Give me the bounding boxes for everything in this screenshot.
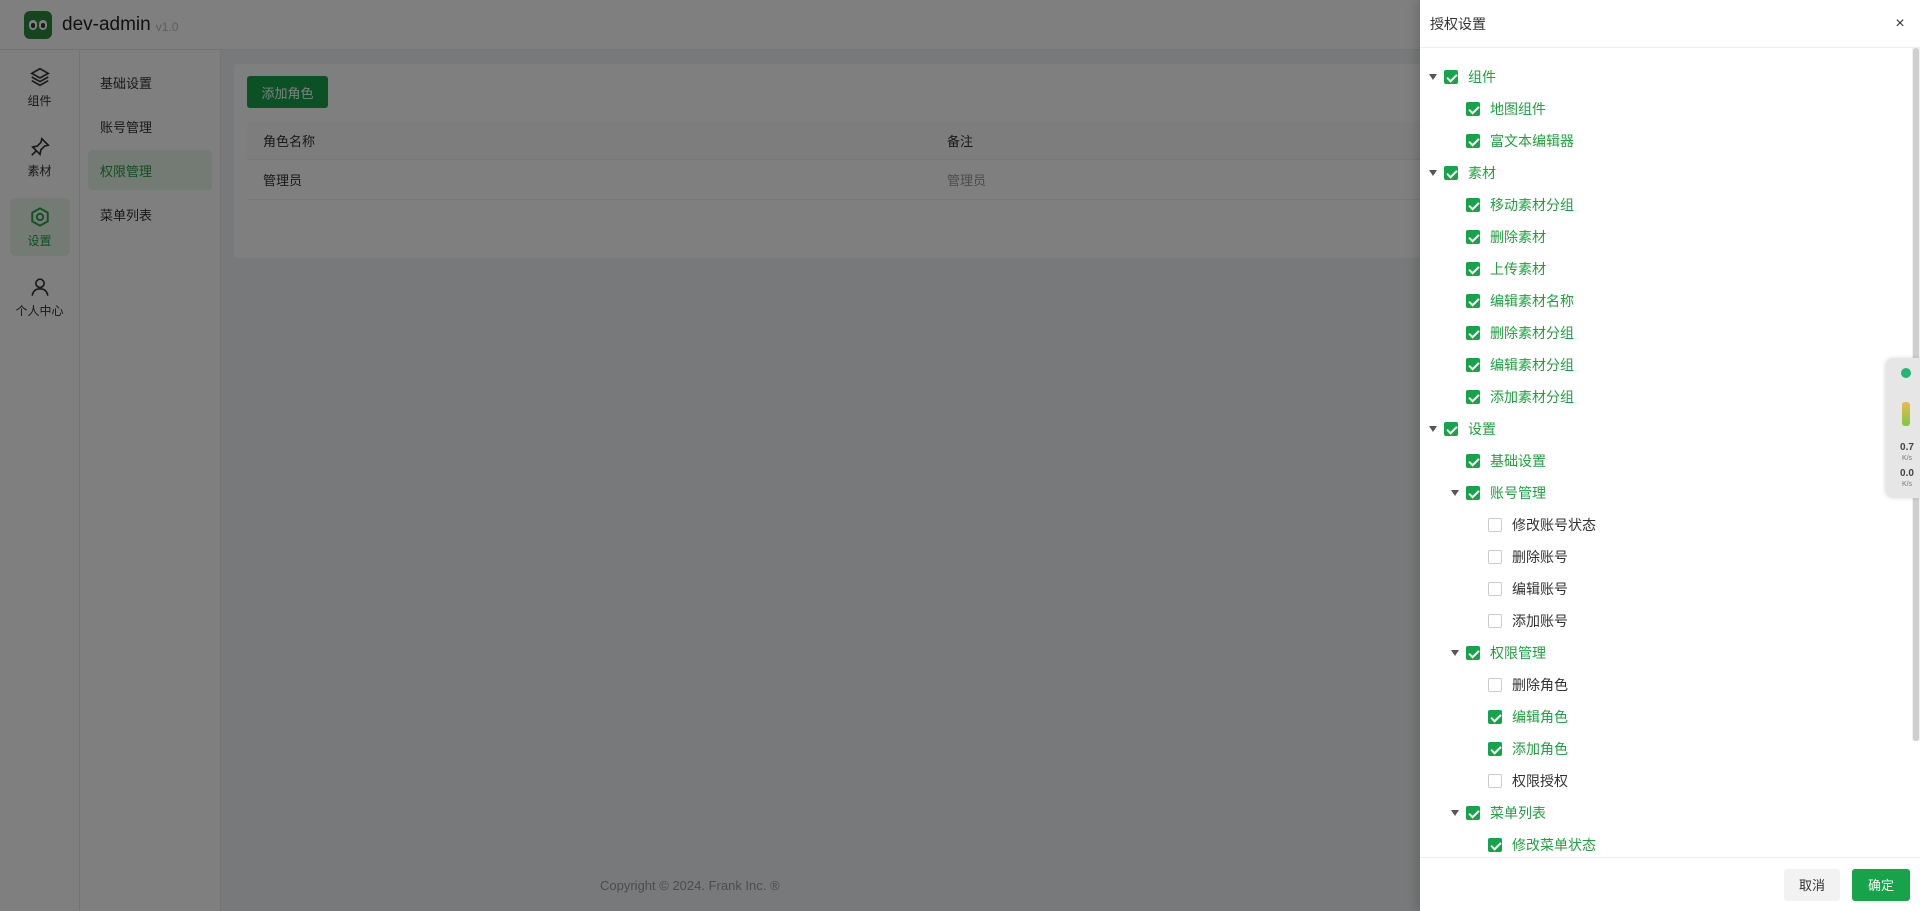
cancel-button[interactable]: 取消 — [1784, 868, 1840, 901]
caret-down-icon[interactable] — [1444, 810, 1466, 816]
tree-node-label: 地图组件 — [1490, 101, 1546, 117]
tree-checkbox[interactable] — [1444, 70, 1458, 84]
caret-down-icon[interactable] — [1422, 74, 1444, 80]
tree-checkbox[interactable] — [1444, 422, 1458, 436]
tree-node-label: 编辑素材名称 — [1490, 293, 1574, 309]
tree-node[interactable]: 上传素材 — [1420, 253, 1920, 285]
tree-node-label: 编辑角色 — [1512, 709, 1568, 725]
tree-node[interactable]: 组件 — [1420, 61, 1920, 93]
tree-checkbox[interactable] — [1466, 390, 1480, 404]
download-speed: 0.0 K/s — [1894, 468, 1920, 490]
tree-node[interactable]: 移动素材分组 — [1420, 189, 1920, 221]
tree-checkbox[interactable] — [1466, 294, 1480, 308]
tree-checkbox[interactable] — [1466, 230, 1480, 244]
tree-node-label: 添加素材分组 — [1490, 389, 1574, 405]
tree-node[interactable]: 删除素材 — [1420, 221, 1920, 253]
tree-checkbox[interactable] — [1488, 582, 1502, 596]
status-dot-icon — [1901, 368, 1911, 378]
tree-node-label: 修改账号状态 — [1512, 517, 1596, 533]
tree-node-label: 富文本编辑器 — [1490, 133, 1574, 149]
caret-down-icon[interactable] — [1422, 426, 1444, 432]
tree-node-label: 删除角色 — [1512, 677, 1568, 693]
caret-down-icon[interactable] — [1422, 170, 1444, 176]
drawer-footer: 取消 确定 — [1420, 857, 1920, 911]
tree-checkbox[interactable] — [1466, 806, 1480, 820]
tree-node-label: 设置 — [1468, 421, 1496, 437]
tree-node-label: 删除素材 — [1490, 229, 1546, 245]
tree-checkbox[interactable] — [1444, 166, 1458, 180]
tree-checkbox[interactable] — [1466, 486, 1480, 500]
level-bar-icon — [1902, 402, 1910, 426]
tree-node-label: 菜单列表 — [1490, 805, 1546, 821]
upload-speed: 0.7 K/s — [1894, 442, 1920, 464]
drawer-title: 授权设置 — [1430, 15, 1486, 32]
tree-checkbox[interactable] — [1488, 614, 1502, 628]
tree-node[interactable]: 编辑素材名称 — [1420, 285, 1920, 317]
tree-node-label: 编辑账号 — [1512, 581, 1568, 597]
tree-node[interactable]: 权限授权 — [1420, 765, 1920, 797]
tree-node[interactable]: 添加账号 — [1420, 605, 1920, 637]
tree-node[interactable]: 编辑角色 — [1420, 701, 1920, 733]
tree-node[interactable]: 编辑素材分组 — [1420, 349, 1920, 381]
authorization-drawer: 授权设置 × 组件地图组件富文本编辑器素材移动素材分组 删除素材上传素材编辑素材名… — [1420, 0, 1920, 911]
tree-checkbox[interactable] — [1466, 358, 1480, 372]
tree-node-label: 添加角色 — [1512, 741, 1568, 757]
tree-checkbox[interactable] — [1488, 838, 1502, 852]
tree-checkbox[interactable] — [1488, 742, 1502, 756]
tree-node-label: 移动素材分组 — [1490, 197, 1574, 213]
tree-checkbox[interactable] — [1488, 774, 1502, 788]
tree-checkbox[interactable] — [1466, 102, 1480, 116]
tree-checkbox[interactable] — [1488, 550, 1502, 564]
tree-node[interactable]: 编辑账号 — [1420, 573, 1920, 605]
drawer-header: 授权设置 × — [1420, 0, 1920, 48]
tree-node-label: 修改菜单状态 — [1512, 837, 1596, 853]
tree-node[interactable]: 权限管理 — [1420, 637, 1920, 669]
tree-node-label: 素材 — [1468, 165, 1496, 181]
tree-node-label: 上传素材 — [1490, 261, 1546, 277]
tree-checkbox[interactable] — [1466, 198, 1480, 212]
tree-node-label: 添加账号 — [1512, 613, 1568, 629]
tree-node[interactable]: 添加素材分组 — [1420, 381, 1920, 413]
tree-node-label: 删除账号 — [1512, 549, 1568, 565]
tree-node-label: 编辑素材分组 — [1490, 357, 1574, 373]
download-speed-value: 0.0 — [1900, 468, 1914, 479]
tree-node[interactable]: 菜单列表 — [1420, 797, 1920, 829]
confirm-button[interactable]: 确定 — [1852, 868, 1910, 901]
tree-node-label: 权限授权 — [1512, 773, 1568, 789]
tree-checkbox[interactable] — [1488, 678, 1502, 692]
tree-node-label: 账号管理 — [1490, 485, 1546, 501]
tree-node-label: 组件 — [1468, 69, 1496, 85]
tree-checkbox[interactable] — [1488, 710, 1502, 724]
tree-node[interactable]: 基础设置 — [1420, 445, 1920, 477]
upload-speed-value: 0.7 — [1900, 442, 1914, 453]
tree-checkbox[interactable] — [1466, 326, 1480, 340]
upload-speed-unit: K/s — [1901, 455, 1913, 462]
caret-down-icon[interactable] — [1444, 650, 1466, 656]
tree-node[interactable]: 删除角色 — [1420, 669, 1920, 701]
tree-node[interactable]: 删除账号 — [1420, 541, 1920, 573]
tree-node[interactable]: 素材 — [1420, 157, 1920, 189]
tree-node-label: 基础设置 — [1490, 453, 1546, 469]
tree-node[interactable]: 地图组件 — [1420, 93, 1920, 125]
download-speed-unit: K/s — [1901, 481, 1913, 488]
network-speed-widget[interactable]: 0.7 K/s 0.0 K/s — [1886, 358, 1920, 498]
tree-checkbox[interactable] — [1466, 454, 1480, 468]
caret-down-icon[interactable] — [1444, 490, 1466, 496]
tree-checkbox[interactable] — [1466, 262, 1480, 276]
tree-checkbox[interactable] — [1488, 518, 1502, 532]
tree-checkbox[interactable] — [1466, 134, 1480, 148]
tree-node[interactable]: 富文本编辑器 — [1420, 125, 1920, 157]
tree-node[interactable]: 账号管理 — [1420, 477, 1920, 509]
tree-node[interactable]: 设置 — [1420, 413, 1920, 445]
tree-node[interactable]: 删除素材分组 — [1420, 317, 1920, 349]
tree-node[interactable]: 修改账号状态 — [1420, 509, 1920, 541]
tree-node[interactable]: 修改菜单状态 — [1420, 829, 1920, 858]
tree-checkbox[interactable] — [1466, 646, 1480, 660]
tree-node[interactable]: 添加角色 — [1420, 733, 1920, 765]
tree-node-label: 权限管理 — [1490, 645, 1546, 661]
permission-tree: 组件地图组件富文本编辑器素材移动素材分组 删除素材上传素材编辑素材名称 删除素材分组… — [1420, 48, 1920, 858]
tree-node-label: 删除素材分组 — [1490, 325, 1574, 341]
close-icon[interactable]: × — [1890, 15, 1910, 33]
